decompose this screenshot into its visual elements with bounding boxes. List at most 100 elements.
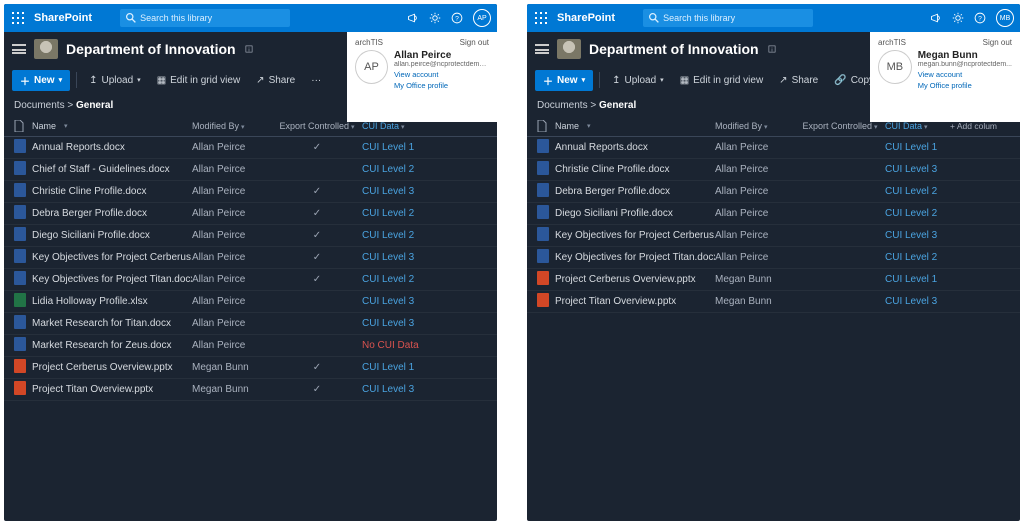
site-logo[interactable] [557,39,581,59]
megaphone-icon[interactable] [407,12,419,24]
hamburger-icon[interactable] [12,44,26,54]
col-export-header[interactable]: Export Controlled▾ [272,121,362,131]
view-account-link[interactable]: View account [394,70,489,81]
col-modified-header[interactable]: Modified By▾ [715,121,795,131]
profile-avatar: AP [355,50,388,84]
file-name[interactable]: Market Research for Titan.docx [32,318,192,329]
file-name[interactable]: Debra Berger Profile.docx [32,208,192,219]
file-name[interactable]: Project Titan Overview.pptx [32,384,192,395]
table-row[interactable]: Key Objectives for Project Titan.docxAll… [4,269,497,291]
docx-icon [537,249,549,263]
app-name[interactable]: SharePoint [34,12,92,24]
new-button[interactable]: ＋New▾ [535,70,593,91]
file-name[interactable]: Annual Reports.docx [32,142,192,153]
table-row[interactable]: Market Research for Titan.docxAllan Peir… [4,313,497,335]
file-name[interactable]: Project Titan Overview.pptx [555,296,715,307]
account-avatar[interactable]: AP [473,9,491,27]
file-name[interactable]: Key Objectives for Project Cerberus.docx [555,230,715,241]
col-cui-header[interactable]: CUI Data▾ [885,121,950,131]
table-row[interactable]: Christie Cline Profile.docxAllan PeirceC… [527,159,1020,181]
file-name[interactable]: Annual Reports.docx [555,142,715,153]
file-name[interactable]: Key Objectives for Project Cerberus.docx [32,252,192,263]
grid-view-button[interactable]: ▦Edit in grid view [151,72,246,89]
breadcrumb-root[interactable]: Documents [14,100,65,111]
modified-by: Allan Peirce [192,164,272,175]
table-row[interactable]: Project Cerberus Overview.pptxMegan Bunn… [527,269,1020,291]
file-icon [14,120,24,132]
upload-button[interactable]: ↥Upload▾ [606,72,670,89]
table-row[interactable]: Annual Reports.docxAllan Peirce✓CUI Leve… [4,137,497,159]
view-account-link[interactable]: View account [918,70,1012,81]
file-name[interactable]: Project Cerberus Overview.pptx [555,274,715,285]
col-name-header[interactable]: Name▾ [555,121,715,131]
table-row[interactable]: Christie Cline Profile.docxAllan Peirce✓… [4,181,497,203]
docx-icon [537,183,549,197]
col-modified-header[interactable]: Modified By▾ [192,121,272,131]
app-launcher-icon[interactable] [533,10,549,26]
table-row[interactable]: Project Titan Overview.pptxMegan Bunn✓CU… [4,379,497,401]
more-button[interactable]: ··· [305,72,327,89]
file-name[interactable]: Christie Cline Profile.docx [555,164,715,175]
file-name[interactable]: Market Research for Zeus.docx [32,340,192,351]
upload-button[interactable]: ↥Upload▾ [83,72,147,89]
site-title[interactable]: Department of Innovation [589,41,759,57]
table-row[interactable]: Key Objectives for Project Cerberus.docx… [4,247,497,269]
new-button[interactable]: ＋New▾ [12,70,70,91]
sign-out-link[interactable]: Sign out [460,38,489,47]
file-name[interactable]: Key Objectives for Project Titan.docx [32,274,192,285]
modified-by: Allan Peirce [192,318,272,329]
search-box[interactable] [643,9,813,27]
table-row[interactable]: Market Research for Zeus.docxAllan Peirc… [4,335,497,357]
file-name[interactable]: Diego Siciliani Profile.docx [555,208,715,219]
info-icon[interactable]: i [767,44,777,54]
table-row[interactable]: Key Objectives for Project Cerberus.docx… [527,225,1020,247]
gear-icon[interactable] [429,12,441,24]
app-name[interactable]: SharePoint [557,12,615,24]
help-icon[interactable]: ? [451,12,463,24]
col-export-header[interactable]: Export Controlled▾ [795,121,885,131]
search-input[interactable] [663,13,807,23]
file-name[interactable]: Debra Berger Profile.docx [555,186,715,197]
add-column-button[interactable]: + Add colum [950,121,1010,131]
table-row[interactable]: Diego Siciliani Profile.docxAllan Peirce… [4,225,497,247]
gear-icon[interactable] [952,12,964,24]
table-row[interactable]: Key Objectives for Project Titan.docxAll… [527,247,1020,269]
file-name[interactable]: Project Cerberus Overview.pptx [32,362,192,373]
file-name[interactable]: Diego Siciliani Profile.docx [32,230,192,241]
office-profile-link[interactable]: My Office profile [394,81,489,92]
modified-by: Allan Peirce [715,164,795,175]
search-input[interactable] [140,13,284,23]
table-row[interactable]: Debra Berger Profile.docxAllan PeirceCUI… [527,181,1020,203]
file-name[interactable]: Lidia Holloway Profile.xlsx [32,296,192,307]
sign-out-link[interactable]: Sign out [983,38,1012,47]
table-row[interactable]: Debra Berger Profile.docxAllan Peirce✓CU… [4,203,497,225]
share-button[interactable]: ↗Share [250,72,301,89]
hamburger-icon[interactable] [535,44,549,54]
office-profile-link[interactable]: My Office profile [918,81,1012,92]
megaphone-icon[interactable] [930,12,942,24]
account-avatar[interactable]: MB [996,9,1014,27]
table-row[interactable]: Annual Reports.docxAllan PeirceCUI Level… [527,137,1020,159]
file-name[interactable]: Christie Cline Profile.docx [32,186,192,197]
file-name[interactable]: Key Objectives for Project Titan.docx [555,252,715,263]
divider [76,72,77,88]
file-name[interactable]: Chief of Staff - Guidelines.docx [32,164,192,175]
help-icon[interactable]: ? [974,12,986,24]
app-launcher-icon[interactable] [10,10,26,26]
site-logo[interactable] [34,39,58,59]
grid-view-button[interactable]: ▦Edit in grid view [674,72,769,89]
table-row[interactable]: Project Titan Overview.pptxMegan BunnCUI… [527,291,1020,313]
site-title[interactable]: Department of Innovation [66,41,236,57]
upload-icon: ↥ [89,75,97,86]
search-box[interactable] [120,9,290,27]
table-row[interactable]: Diego Siciliani Profile.docxAllan Peirce… [527,203,1020,225]
modified-by: Allan Peirce [192,296,272,307]
info-icon[interactable]: i [244,44,254,54]
breadcrumb-root[interactable]: Documents [537,100,588,111]
col-cui-header[interactable]: CUI Data▾ [362,121,487,131]
table-row[interactable]: Project Cerberus Overview.pptxMegan Bunn… [4,357,497,379]
col-name-header[interactable]: Name▾ [32,121,192,131]
table-row[interactable]: Lidia Holloway Profile.xlsxAllan PeirceC… [4,291,497,313]
share-button[interactable]: ↗Share [773,72,824,89]
table-row[interactable]: Chief of Staff - Guidelines.docxAllan Pe… [4,159,497,181]
